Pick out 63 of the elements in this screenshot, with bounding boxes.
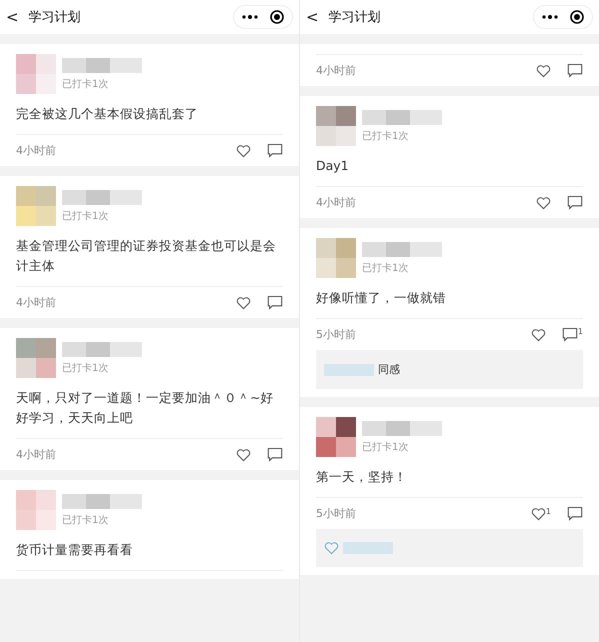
close-icon	[270, 10, 284, 24]
page-title: 学习计划	[28, 9, 82, 26]
redacted-name	[324, 364, 374, 376]
post-time: 5小时前	[316, 506, 357, 521]
post-text: 基金管理公司管理的证券投资基金也可以是会计主体	[16, 226, 283, 287]
comment-button[interactable]	[267, 295, 283, 310]
comment-button[interactable]	[267, 143, 283, 158]
like-button[interactable]	[536, 196, 551, 210]
comment-icon	[567, 506, 583, 521]
heart-icon	[236, 144, 251, 158]
post-time: 4小时前	[16, 447, 57, 462]
checkin-count: 已打卡1次	[362, 262, 410, 274]
close-icon	[570, 10, 584, 24]
comment-icon	[267, 447, 283, 462]
comment-icon	[567, 195, 583, 210]
comment-icon	[267, 143, 283, 158]
post-text: 第一天，坚持！	[316, 457, 583, 498]
back-button[interactable]: <	[6, 8, 19, 26]
checkin-count: 已打卡1次	[62, 210, 110, 222]
heart-icon	[530, 328, 546, 342]
checkin-count: 已打卡1次	[362, 440, 410, 454]
capsule-menu[interactable]	[233, 5, 293, 29]
post-time: 4小时前	[16, 295, 57, 310]
comment-icon	[567, 63, 583, 78]
post-text: 天啊，只对了一道题！一定要加油＾０＾~好好学习，天天向上吧	[16, 378, 283, 439]
comment-icon	[267, 295, 283, 310]
like-button[interactable]	[236, 448, 251, 462]
post-text: Day1	[316, 146, 583, 187]
like-button[interactable]	[530, 328, 546, 342]
like-button[interactable]: 1	[530, 506, 551, 520]
checkin-count: 已打卡1次	[362, 130, 410, 142]
post-text: 好像听懂了，一做就错	[316, 278, 583, 319]
more-icon	[542, 15, 558, 19]
comment-button[interactable]: 1	[562, 327, 583, 342]
post-time: 4小时前	[16, 143, 57, 158]
post-time: 5小时前	[316, 327, 357, 342]
like-button[interactable]	[536, 64, 551, 78]
heart-icon	[536, 196, 551, 210]
capsule-menu[interactable]	[533, 5, 593, 29]
comment-icon	[562, 327, 578, 342]
checkin-count: 已打卡1次	[62, 514, 110, 526]
checkin-count: 已打卡1次	[62, 362, 110, 374]
post-text: 货币计量需要再看看	[16, 530, 283, 571]
comment-button[interactable]	[567, 506, 583, 521]
post-text: 完全被这几个基本假设搞乱套了	[16, 94, 283, 135]
post-time: 4小时前	[316, 63, 357, 78]
comment-button[interactable]	[267, 447, 283, 462]
comment-button[interactable]	[567, 195, 583, 210]
heart-icon	[236, 296, 251, 310]
heart-icon	[536, 64, 551, 78]
redacted-name	[343, 542, 393, 554]
heart-icon	[236, 448, 251, 462]
more-icon	[242, 15, 258, 19]
heart-icon	[530, 506, 546, 520]
back-button[interactable]: <	[306, 8, 319, 26]
like-button[interactable]	[236, 144, 251, 158]
post-time: 4小时前	[316, 195, 357, 210]
checkin-count: 已打卡1次	[62, 78, 110, 90]
heart-icon	[324, 541, 339, 555]
comment-button[interactable]	[567, 63, 583, 78]
page-title: 学习计划	[328, 9, 382, 26]
like-button[interactable]	[236, 296, 251, 310]
reply-text: 同感	[378, 362, 400, 377]
